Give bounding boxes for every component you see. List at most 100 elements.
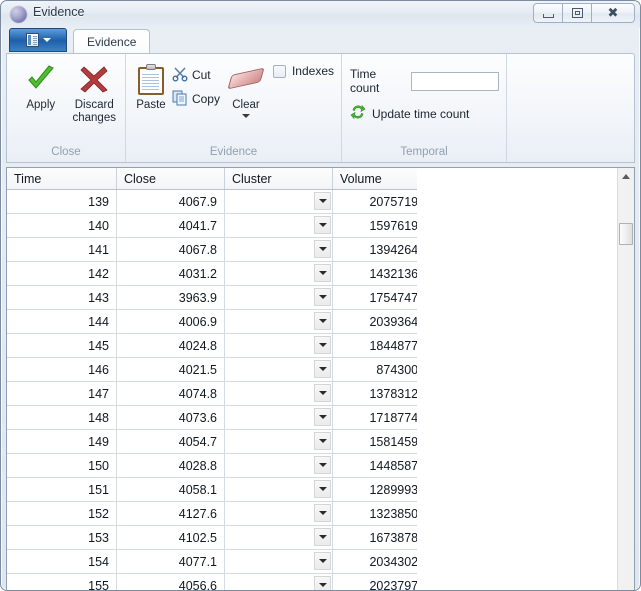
cell-cluster[interactable] [225,382,333,406]
cell-cluster[interactable] [225,358,333,382]
cluster-dropdown-button[interactable] [314,312,331,330]
cluster-dropdown-button[interactable] [314,456,331,474]
cluster-dropdown-button[interactable] [314,408,331,426]
cell-time[interactable]: 155 [7,574,117,591]
cell-time[interactable]: 142 [7,262,117,286]
close-button[interactable]: ✖ [591,3,635,23]
table-row[interactable]: 1514058.11289993800 [7,478,446,502]
restore-button[interactable] [562,3,591,23]
cell-close[interactable]: 4041.7 [117,214,225,238]
table-row[interactable]: 1494054.71581459600 [7,430,446,454]
cell-close[interactable]: 4127.6 [117,502,225,526]
cluster-dropdown-button[interactable] [314,480,331,498]
cell-close[interactable]: 4028.8 [117,454,225,478]
cell-cluster[interactable] [225,190,333,214]
cell-close[interactable]: 4031.2 [117,262,225,286]
table-row[interactable]: 1524127.61323850800 [7,502,446,526]
cell-cluster[interactable] [225,550,333,574]
discard-changes-button[interactable]: Discard changes [71,60,119,125]
cell-time[interactable]: 148 [7,406,117,430]
cell-cluster[interactable] [225,334,333,358]
cluster-dropdown-button[interactable] [314,384,331,402]
table-row[interactable]: 1414067.81394264800 [7,238,446,262]
tab-evidence[interactable]: Evidence [73,29,150,53]
cell-close[interactable]: 4073.6 [117,406,225,430]
table-row[interactable]: 1444006.92039364000 [7,310,446,334]
indexes-checkbox[interactable]: Indexes [273,60,334,78]
cell-close[interactable]: 3963.9 [117,286,225,310]
cell-cluster[interactable] [225,310,333,334]
column-header-cluster[interactable]: Cluster [225,168,333,190]
column-header-time[interactable]: Time [7,168,117,190]
cell-cluster[interactable] [225,526,333,550]
cluster-dropdown-button[interactable] [314,576,331,591]
cell-cluster[interactable] [225,574,333,591]
table-row[interactable]: 1534102.51673878600 [7,526,446,550]
cell-time[interactable]: 151 [7,478,117,502]
cell-close[interactable]: 4077.1 [117,550,225,574]
cell-close[interactable]: 4024.8 [117,334,225,358]
cell-close[interactable]: 4056.6 [117,574,225,591]
time-count-input[interactable] [411,72,499,91]
cluster-dropdown-button[interactable] [314,192,331,210]
cell-cluster[interactable] [225,454,333,478]
clear-button[interactable]: Clear [229,60,263,118]
cell-close[interactable]: 4067.9 [117,190,225,214]
scroll-up-button[interactable] [618,168,634,185]
cell-close[interactable]: 4058.1 [117,478,225,502]
cluster-dropdown-button[interactable] [314,528,331,546]
cell-cluster[interactable] [225,406,333,430]
cell-time[interactable]: 154 [7,550,117,574]
cell-cluster[interactable] [225,214,333,238]
copy-button[interactable]: Copy [169,88,223,110]
clear-menu-chevron-down-icon[interactable] [242,114,250,118]
vertical-scrollbar[interactable] [617,168,634,591]
cell-close[interactable]: 4006.9 [117,310,225,334]
table-row[interactable]: 1433963.91754747200 [7,286,446,310]
cluster-dropdown-button[interactable] [314,240,331,258]
cell-close[interactable]: 4102.5 [117,526,225,550]
cell-time[interactable]: 153 [7,526,117,550]
cell-time[interactable]: 146 [7,358,117,382]
cluster-dropdown-button[interactable] [314,552,331,570]
update-time-count-button[interactable]: Update time count [350,104,499,123]
cluster-dropdown-button[interactable] [314,360,331,378]
cell-close[interactable]: 4021.5 [117,358,225,382]
cell-time[interactable]: 144 [7,310,117,334]
table-row[interactable]: 1484073.61718774400 [7,406,446,430]
table-row[interactable]: 1544077.12034302800 [7,550,446,574]
cell-close[interactable]: 4074.8 [117,382,225,406]
cell-time[interactable]: 139 [7,190,117,214]
cell-time[interactable]: 143 [7,286,117,310]
cell-cluster[interactable] [225,262,333,286]
cluster-dropdown-button[interactable] [314,432,331,450]
apply-button[interactable]: Apply [17,60,65,112]
paste-button[interactable]: Paste [135,60,167,112]
cluster-dropdown-button[interactable] [314,504,331,522]
column-header-close[interactable]: Close [117,168,225,190]
table-row[interactable]: 1454024.81844877400 [7,334,446,358]
table-row[interactable]: 1464021.5874300000 [7,358,446,382]
cell-cluster[interactable] [225,430,333,454]
table-row[interactable]: 1424031.21432136000 [7,262,446,286]
cluster-dropdown-button[interactable] [314,264,331,282]
table-row[interactable]: 1474074.81378312600 [7,382,446,406]
cell-cluster[interactable] [225,286,333,310]
cell-cluster[interactable] [225,502,333,526]
cell-close[interactable]: 4067.8 [117,238,225,262]
scroll-down-button[interactable] [618,585,634,591]
cell-time[interactable]: 150 [7,454,117,478]
cell-cluster[interactable] [225,238,333,262]
application-menu-button[interactable] [9,28,67,52]
cell-close[interactable]: 4054.7 [117,430,225,454]
table-row[interactable]: 1504028.81448587800 [7,454,446,478]
table-row[interactable]: 1404041.71597619200 [7,214,446,238]
cell-time[interactable]: 152 [7,502,117,526]
table-row[interactable]: 1554056.62023797800 [7,574,446,591]
cluster-dropdown-button[interactable] [314,336,331,354]
cluster-dropdown-button[interactable] [314,288,331,306]
cut-button[interactable]: Cut [169,64,223,86]
cell-time[interactable]: 145 [7,334,117,358]
cluster-dropdown-button[interactable] [314,216,331,234]
table-row[interactable]: 1394067.92075719000 [7,190,446,214]
